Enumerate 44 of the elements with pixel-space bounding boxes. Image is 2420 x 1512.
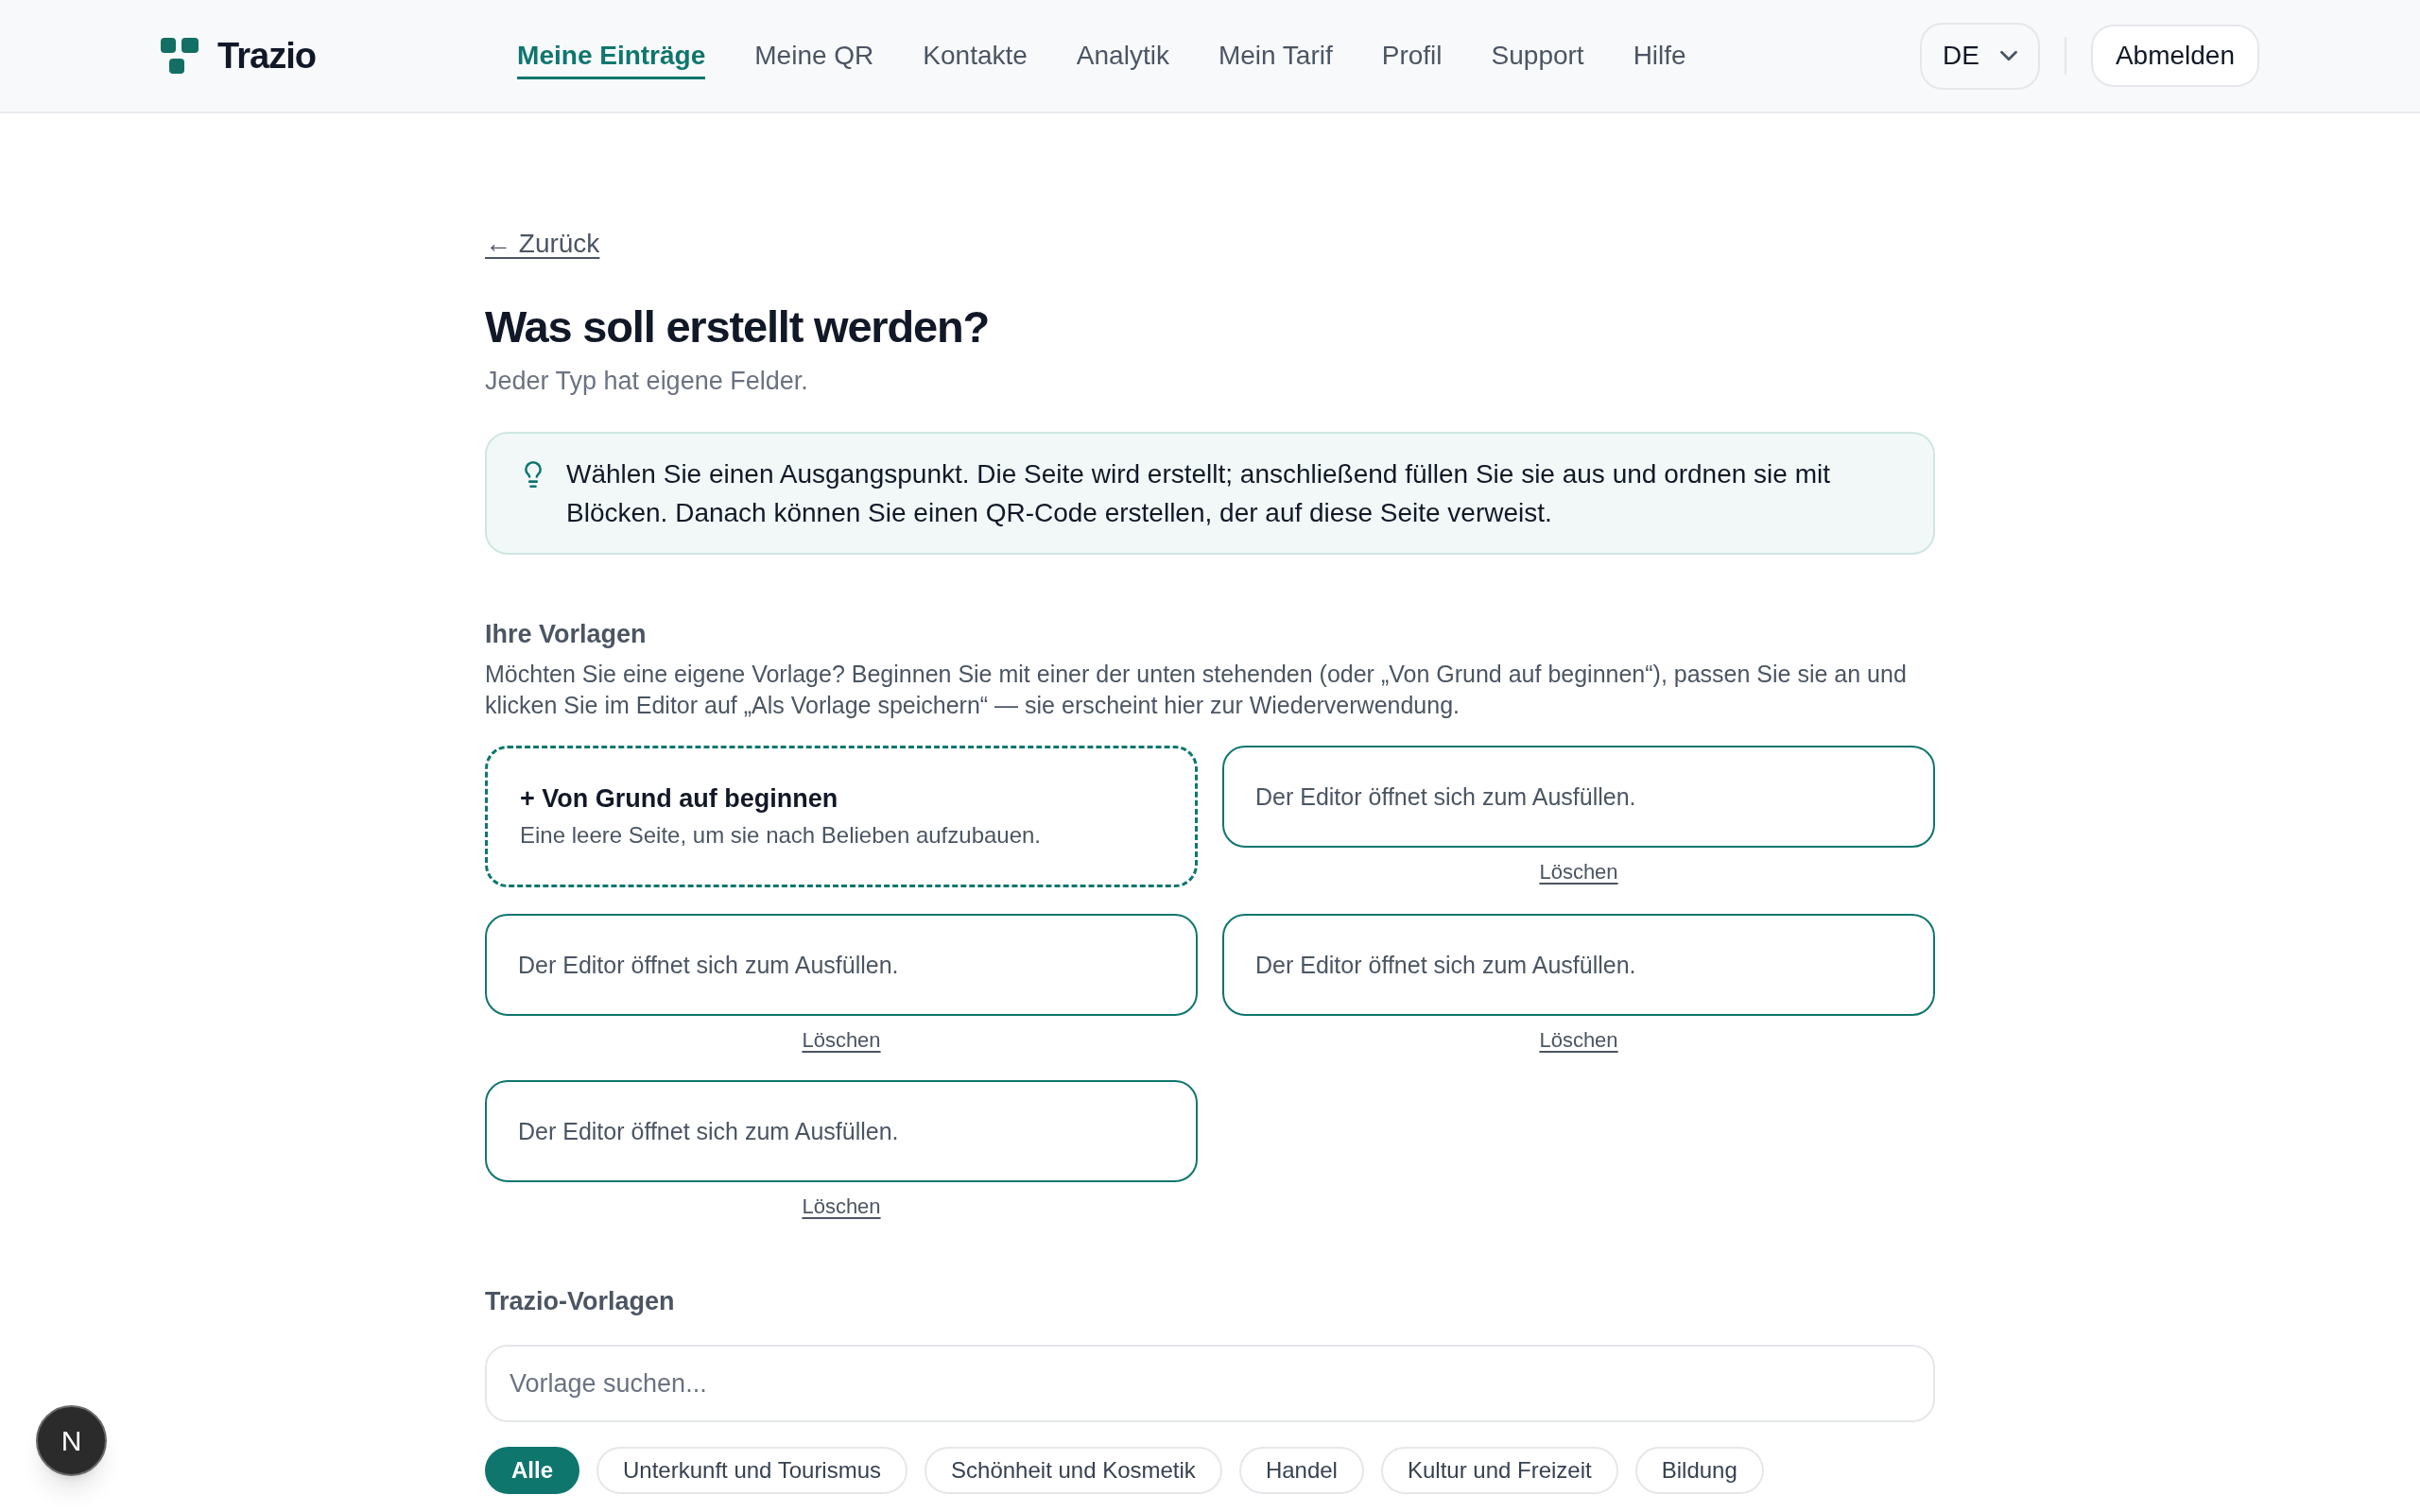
card-description: Eine leere Seite, um sie nach Belieben aufzubauen. (520, 821, 1042, 850)
brand-name: Trazio (217, 35, 317, 77)
chevron-down-icon (1999, 51, 2017, 60)
nav-tab[interactable]: Meine Einträge (517, 40, 706, 79)
filter-chip[interactable]: Handel (1238, 1447, 1364, 1494)
card-description: Der Editor öffnet sich zum Ausfüllen. (518, 1117, 899, 1146)
nav-tab[interactable]: Profil (1381, 40, 1443, 79)
page-title: Was soll erstellt werden? (485, 301, 991, 353)
filter-chip[interactable]: Unterkunft und Tourismus (596, 1447, 908, 1494)
filter-chip[interactable]: Alle (485, 1447, 579, 1494)
template-card[interactable]: Der Editor öffnet sich zum Ausfüllen. (1222, 746, 1935, 848)
card-title: + Von Grund auf beginnen (520, 783, 838, 815)
nav-tab[interactable]: Analytik (1076, 40, 1169, 79)
search-field[interactable]: Vorlage suchen... (485, 1345, 1935, 1422)
nav-tab[interactable]: Support (1491, 40, 1584, 79)
logo-icon (161, 38, 199, 74)
template-card[interactable]: Der Editor öffnet sich zum Ausfüllen. (485, 914, 1198, 1016)
section-description: Möchten Sie eine eigene Vorlage? Beginnen Sie mit einer der unten stehenden (oder „Von Grund auf beginnen“), passen Sie sie an und klicken Sie im Editor auf „Als Vorlage speichern“ — sie erscheint hier zur Wiederverwendung. (485, 660, 1908, 720)
nav-tab[interactable]: Meine QR (754, 40, 874, 79)
delete-link[interactable]: Löschen (1539, 859, 1618, 885)
delete-link[interactable]: Löschen (1539, 1027, 1618, 1054)
page-subtitle: Jeder Typ hat eigene Felder. (485, 366, 809, 397)
info-text: Wählen Sie einen Ausgangspunkt. Die Seite wird erstellt; anschließend füllen Sie sie aus und ordnen sie mit Blöcken. Danach können Sie einen QR-Code erstellen, der auf diese Seite verweist. (566, 458, 1831, 529)
nav-tab[interactable]: Kontakte (923, 40, 1028, 79)
card-description: Der Editor öffnet sich zum Ausfüllen. (1255, 951, 1636, 980)
nav-tab[interactable]: Mein Tarif (1218, 40, 1333, 79)
lightbulb-icon (525, 461, 542, 488)
blank-page-card[interactable]: + Von Grund auf beginnen Eine leere Seite, um sie nach Belieben aufzubauen. (485, 746, 1198, 887)
template-card[interactable]: Der Editor öffnet sich zum Ausfüllen. (1222, 914, 1935, 1016)
card-description: Der Editor öffnet sich zum Ausfüllen. (1255, 782, 1636, 812)
card-description: Der Editor öffnet sich zum Ausfüllen. (518, 951, 899, 980)
filter-chip[interactable]: Schönheit und Kosmetik (925, 1447, 1222, 1494)
section-heading: Ihre Vorlagen (485, 619, 648, 650)
back-link[interactable]: ← Zurück (485, 227, 600, 261)
filter-chip[interactable]: Bildung (1634, 1447, 1764, 1494)
delete-link[interactable]: Löschen (802, 1194, 881, 1220)
template-card[interactable]: Der Editor öffnet sich zum Ausfüllen. (485, 1080, 1198, 1182)
dev-indicator-button[interactable]: N (36, 1405, 107, 1476)
section-heading: Trazio-Vorlagen (485, 1286, 676, 1317)
delete-link[interactable]: Löschen (802, 1027, 881, 1054)
nav-tab[interactable]: Hilfe (1633, 40, 1686, 79)
filter-chip[interactable]: Kultur und Freizeit (1380, 1447, 1618, 1494)
language-select[interactable]: DE (1920, 22, 2040, 90)
logout-button[interactable]: Abmelden (2090, 25, 2259, 87)
